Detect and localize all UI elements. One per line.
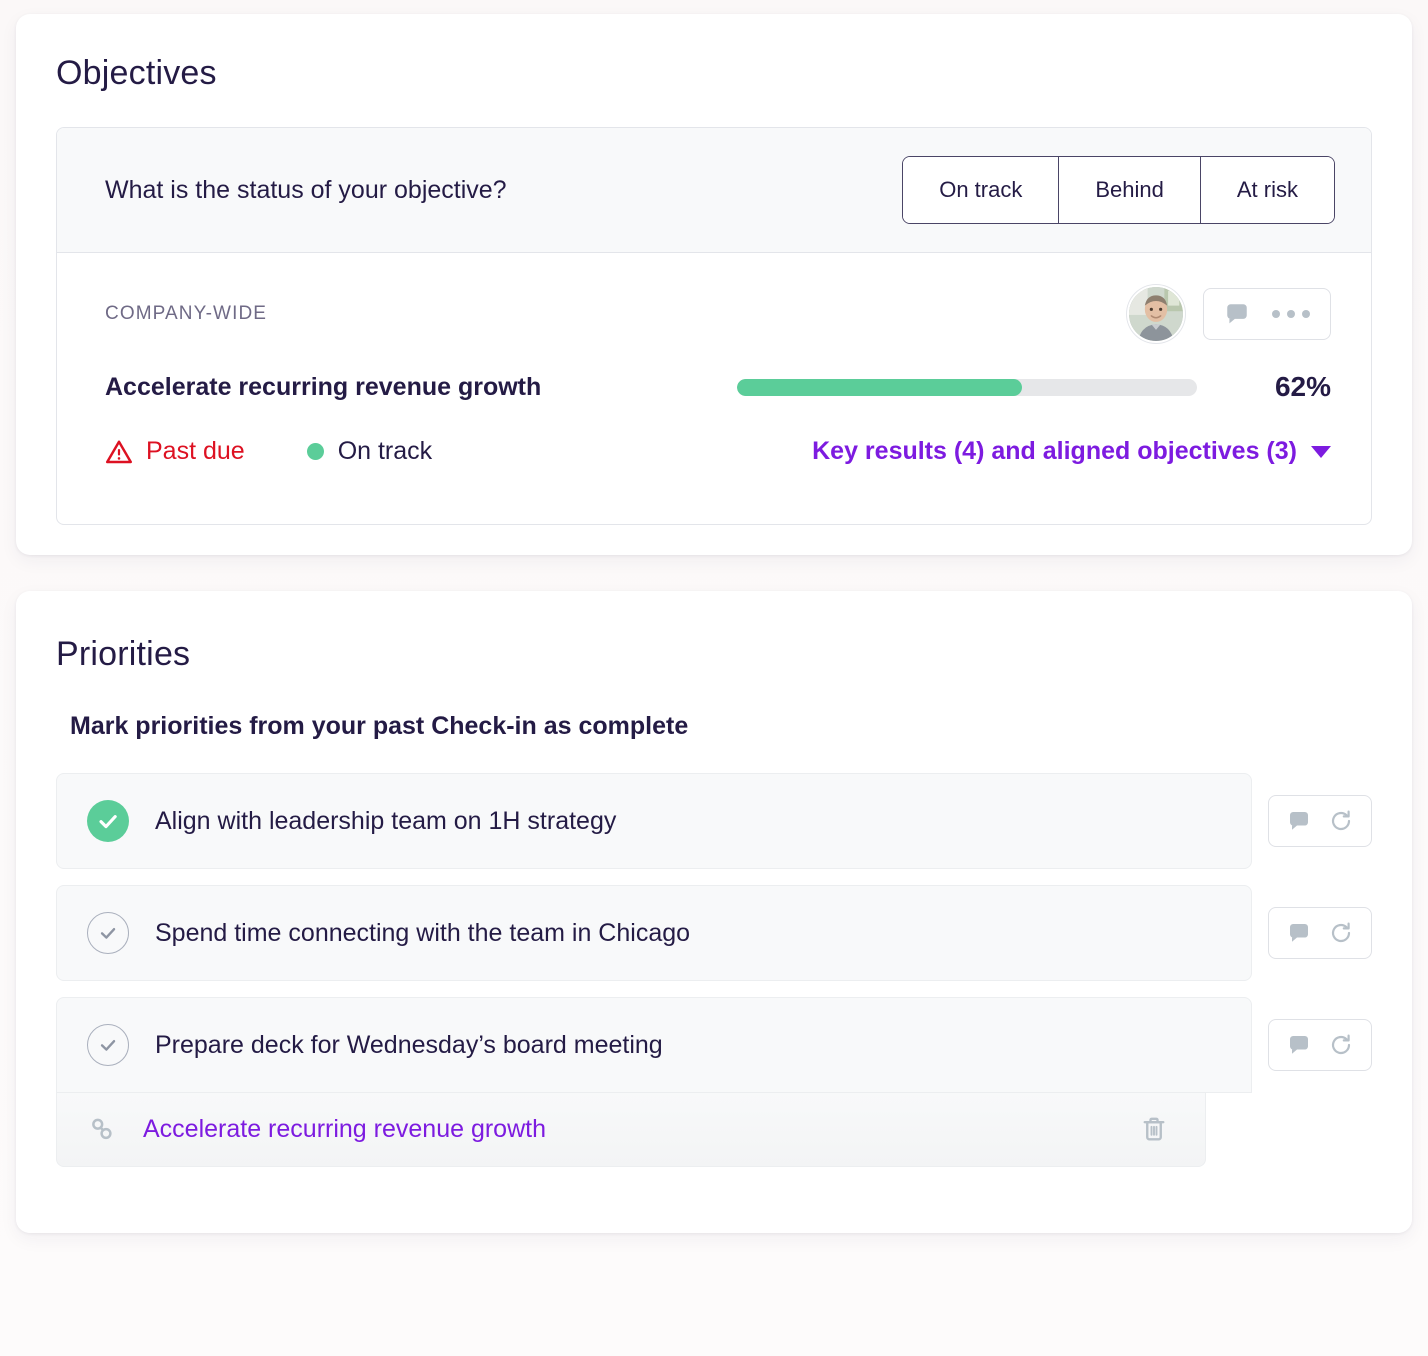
objective-panel: What is the status of your objective? On…	[56, 127, 1372, 525]
linked-objective-left: Accelerate recurring revenue growth	[87, 1114, 546, 1144]
objective-progress: 62%	[737, 371, 1331, 403]
comment-icon[interactable]	[1287, 809, 1311, 833]
page-title: Objectives	[56, 54, 217, 92]
status-option-at-risk[interactable]: At risk	[1200, 157, 1334, 223]
priorities-title: Priorities	[56, 635, 191, 673]
warning-triangle-icon	[105, 440, 133, 463]
objective-progress-row: Accelerate recurring revenue growth 62%	[105, 371, 1331, 403]
status-segmented-control[interactable]: On track Behind At risk	[902, 156, 1335, 224]
objective-meta-row: COMPANY-WIDE	[105, 285, 1331, 343]
linked-objective-row[interactable]: Accelerate recurring revenue growth	[56, 1092, 1206, 1167]
objectives-card: Objectives What is the status of your ob…	[16, 14, 1412, 555]
objective-actions-button[interactable]	[1203, 288, 1331, 340]
objective-name: Accelerate recurring revenue growth	[105, 372, 542, 401]
priority-item-2-actions[interactable]	[1268, 907, 1372, 959]
checkbox-checked-icon[interactable]	[87, 800, 129, 842]
repeat-icon[interactable]	[1329, 921, 1353, 945]
on-track-label: On track	[337, 437, 433, 465]
scroll-fade-overlay	[16, 1187, 1412, 1233]
priority-item-1[interactable]: Align with leadership team on 1H strateg…	[56, 773, 1252, 869]
avatar[interactable]	[1127, 285, 1185, 343]
objective-status-header: What is the status of your objective? On…	[57, 128, 1371, 253]
priority-group-3: Prepare deck for Wednesday’s board meeti…	[56, 997, 1372, 1167]
objective-body: COMPANY-WIDE Accelerate recurring revenu…	[57, 253, 1371, 524]
chain-link-icon	[92, 1118, 112, 1140]
progress-percent-label: 62%	[1274, 371, 1331, 402]
status-option-behind[interactable]: Behind	[1059, 157, 1201, 223]
repeat-icon[interactable]	[1329, 1033, 1353, 1057]
priority-row: Align with leadership team on 1H strateg…	[56, 773, 1372, 869]
linked-objective-label: Accelerate recurring revenue growth	[143, 1114, 546, 1143]
checkbox-unchecked-icon[interactable]	[87, 1024, 129, 1066]
comment-icon[interactable]	[1287, 921, 1311, 945]
priority-item-3[interactable]: Prepare deck for Wednesday’s board meeti…	[56, 997, 1252, 1093]
priorities-subheading: Mark priorities from your past Check-in …	[70, 712, 689, 740]
priority-row: Prepare deck for Wednesday’s board meeti…	[56, 997, 1372, 1093]
priority-row: Spend time connecting with the team in C…	[56, 885, 1372, 981]
priority-item-3-actions[interactable]	[1268, 1019, 1372, 1071]
trash-icon[interactable]	[1139, 1114, 1169, 1144]
priority-item-1-label: Align with leadership team on 1H strateg…	[155, 806, 617, 835]
objective-status-row: Past due On track Key results (4) and al…	[105, 437, 1331, 466]
priority-item-3-label: Prepare deck for Wednesday’s board meeti…	[155, 1030, 663, 1059]
status-question: What is the status of your objective?	[105, 175, 507, 204]
status-dot-icon	[306, 443, 324, 460]
objective-status-badges: Past due On track	[105, 437, 432, 466]
key-results-label: Key results (4) and aligned objectives (…	[812, 437, 1297, 465]
comment-icon[interactable]	[1287, 1033, 1311, 1057]
status-badge-on-track: On track	[306, 437, 433, 466]
comment-icon	[1227, 304, 1247, 324]
status-option-on-track[interactable]: On track	[903, 157, 1060, 223]
progress-fill	[737, 378, 1023, 396]
status-badge-past-due: Past due	[105, 437, 245, 466]
objective-scope-tag: COMPANY-WIDE	[105, 303, 268, 324]
user-avatar-photo	[1129, 287, 1183, 341]
objective-owner-actions	[1127, 285, 1331, 343]
priority-item-2-label: Spend time connecting with the team in C…	[155, 918, 691, 947]
priorities-card: Priorities Mark priorities from your pas…	[16, 591, 1412, 1233]
page-root: Objectives What is the status of your ob…	[0, 0, 1428, 1356]
progress-track	[737, 378, 1197, 396]
repeat-icon[interactable]	[1329, 809, 1353, 833]
checkbox-unchecked-icon[interactable]	[87, 912, 129, 954]
priority-item-1-actions[interactable]	[1268, 795, 1372, 847]
chevron-down-icon	[1311, 445, 1331, 458]
priority-item-2[interactable]: Spend time connecting with the team in C…	[56, 885, 1252, 981]
past-due-label: Past due	[146, 437, 245, 465]
key-results-expand-link[interactable]: Key results (4) and aligned objectives (…	[812, 437, 1331, 466]
more-options-icon	[1272, 310, 1310, 318]
